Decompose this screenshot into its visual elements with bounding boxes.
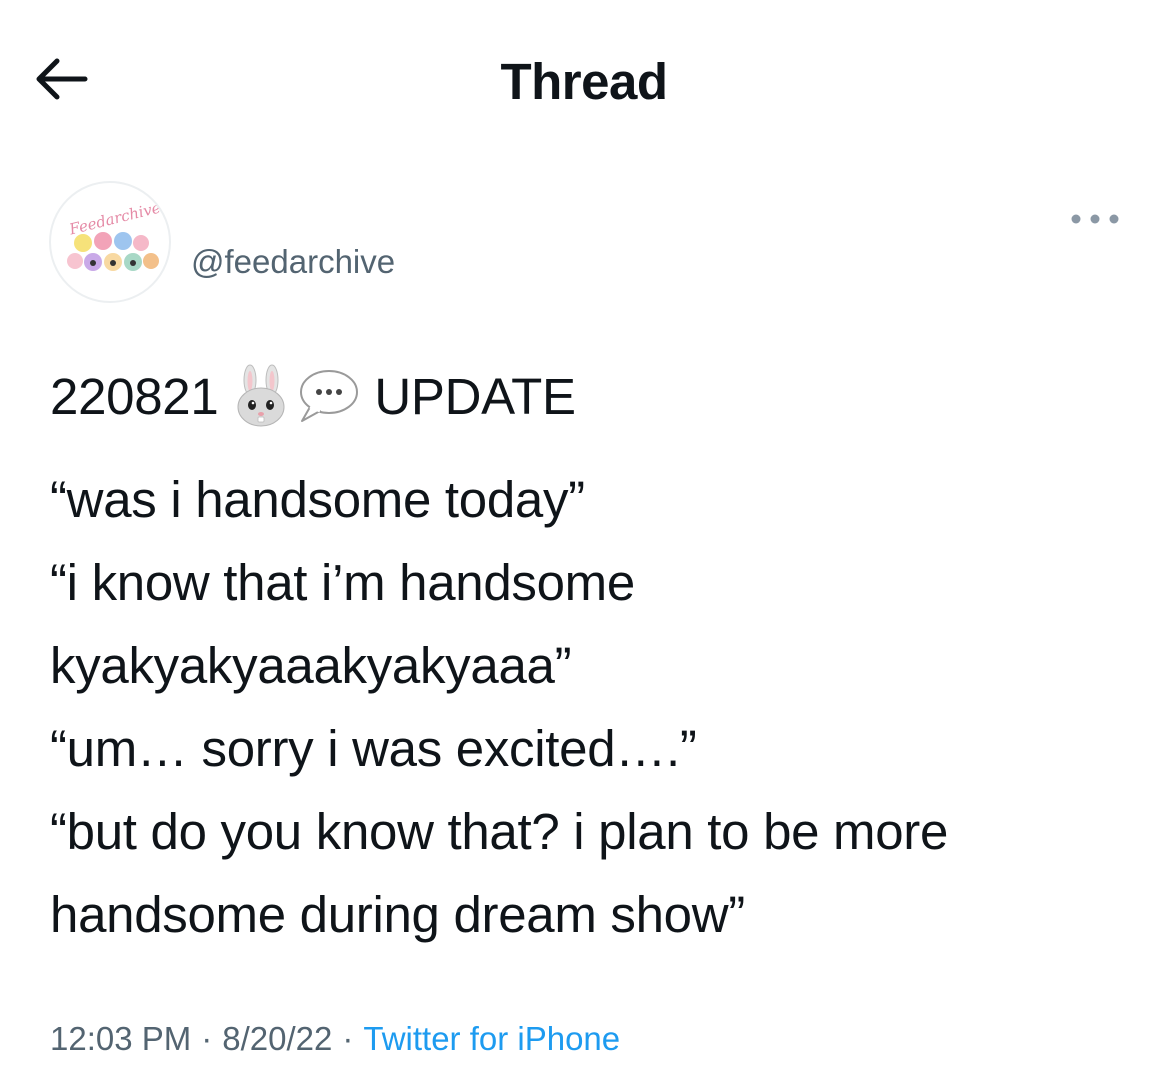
top-bar: Thread bbox=[0, 0, 1168, 165]
rabbit-face-emoji bbox=[232, 364, 290, 428]
tweet-headline: 220821 UPDATE bbox=[50, 360, 1140, 432]
meta-separator: · bbox=[201, 1020, 213, 1057]
tweet-line: “i know that i’m handsome bbox=[50, 554, 635, 611]
tweet-source-link[interactable]: Twitter for iPhone bbox=[363, 1020, 620, 1057]
tweet-text: 220821 UPDATE “was i handsome today” “i … bbox=[50, 360, 1140, 956]
avatar[interactable]: Feedarchive bbox=[49, 181, 171, 303]
tweet-update-label: UPDATE bbox=[374, 367, 576, 425]
svg-text:Feedarchive: Feedarchive bbox=[67, 198, 163, 238]
more-horizontal-icon bbox=[1070, 212, 1120, 230]
page-title: Thread bbox=[500, 53, 668, 110]
meta-separator: · bbox=[342, 1020, 354, 1057]
tweet-line: handsome during dream show” bbox=[50, 886, 745, 943]
tweet-line: “um… sorry i was excited….” bbox=[50, 720, 697, 777]
tweet-line: “was i handsome today” bbox=[50, 471, 585, 528]
tweet-date: 8/20/22 bbox=[222, 1020, 333, 1057]
more-options-button[interactable] bbox=[1066, 204, 1124, 238]
speech-bubble-emoji bbox=[296, 367, 360, 425]
tweet-line: kyakyakyaaakyakyaaa” bbox=[50, 637, 572, 694]
tweet-meta: 12:03 PM · 8/20/22 · Twitter for iPhone bbox=[50, 1020, 620, 1058]
tweet-date-code: 220821 bbox=[50, 367, 219, 425]
author-handle: @feedarchive bbox=[191, 243, 396, 280]
feedarchive-logo: Feedarchive bbox=[67, 198, 163, 271]
thread-page: Thread Feedarchive @feedarchive 220821 U… bbox=[0, 0, 1168, 1076]
tweet-time: 12:03 PM bbox=[50, 1020, 192, 1057]
tweet-line: “but do you know that? i plan to be more bbox=[50, 803, 949, 860]
